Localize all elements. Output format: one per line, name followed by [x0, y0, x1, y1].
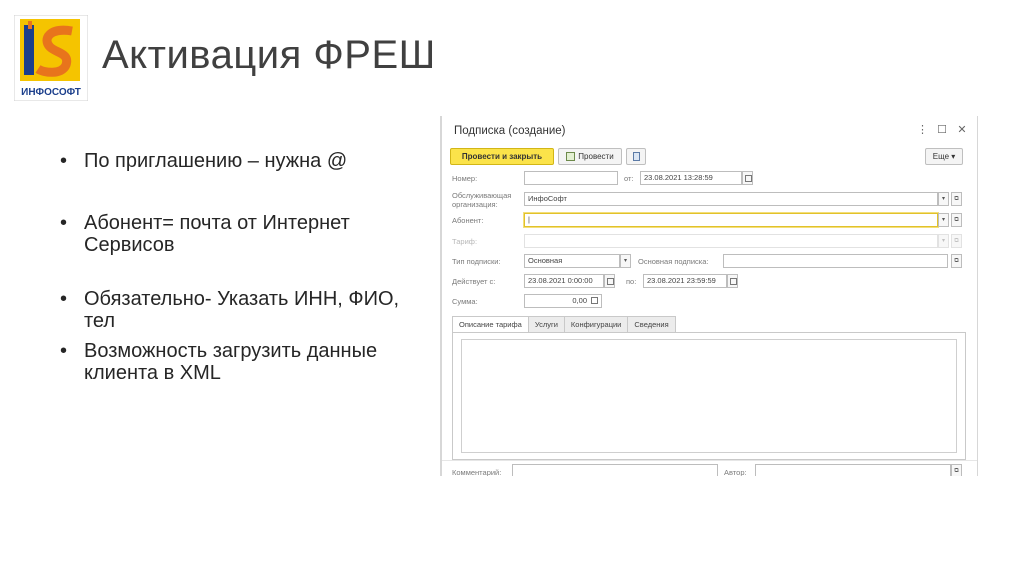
maximize-icon[interactable]: ☐: [937, 124, 947, 136]
calendar-icon[interactable]: [727, 274, 738, 288]
divider: [442, 460, 977, 461]
tariff-open-icon[interactable]: ⧉: [951, 234, 962, 248]
tariff-dropdown-icon[interactable]: ▾: [938, 234, 949, 248]
tab-configurations[interactable]: Конфигурации: [563, 316, 629, 332]
subscriber-label: Абонент:: [452, 216, 484, 225]
tab-services[interactable]: Услуги: [527, 316, 565, 332]
tab-info[interactable]: Сведения: [627, 316, 676, 332]
valid-from-input[interactable]: 23.08.2021 0:00:00: [524, 274, 604, 288]
valid-to-label: по:: [626, 277, 637, 286]
tariff-input[interactable]: [524, 234, 938, 248]
bullet-item: Возможность загрузить данные клиента в X…: [60, 340, 410, 384]
type-label: Тип подписки:: [452, 257, 501, 266]
calculator-icon[interactable]: [589, 294, 600, 308]
post-button-label: Провести: [578, 152, 614, 161]
bullet-item: Обязательно- Указать ИНН, ФИО, тел: [60, 288, 410, 332]
tab-tariff-description[interactable]: Описание тарифа: [452, 316, 529, 333]
window-title: Подписка (создание): [454, 125, 566, 137]
number-label: Номер:: [452, 174, 478, 183]
main-subscription-open-icon[interactable]: ⧉: [951, 254, 962, 268]
comment-input[interactable]: [512, 464, 718, 476]
document-icon: [632, 152, 640, 161]
more-button[interactable]: Еще ▾: [925, 148, 963, 165]
main-subscription-input[interactable]: [723, 254, 948, 268]
tariff-label: Тариф:: [452, 237, 478, 246]
author-input[interactable]: [755, 464, 951, 476]
tab-bar: Описание тарифа Услуги Конфигурации Свед…: [452, 316, 676, 333]
window-controls: ⋮ ☐ ✕: [917, 124, 967, 136]
org-label: Обслуживающая организация:: [452, 191, 512, 209]
main-subscription-label: Основная подписка:: [638, 257, 709, 266]
infosoft-logo-icon: ИНФОСОФТ: [13, 14, 89, 102]
author-label: Автор:: [724, 468, 747, 476]
date-from-input[interactable]: 23.08.2021 13:28:59: [640, 171, 742, 185]
bullet-list: По приглашению – нужна @ Абонент= почта …: [60, 150, 410, 384]
author-open-icon[interactable]: ⧉: [951, 464, 962, 476]
bullet-item: По приглашению – нужна @: [60, 150, 410, 172]
logo-wordmark: ИНФОСОФТ: [21, 87, 81, 98]
org-open-icon[interactable]: ⧉: [951, 192, 962, 206]
number-input[interactable]: [524, 171, 618, 185]
post-icon: [566, 152, 576, 161]
bullet-item: Абонент= почта от Интернет Сервисов: [60, 212, 410, 256]
calendar-icon[interactable]: [742, 171, 753, 185]
comment-label: Комментарий:: [452, 468, 502, 476]
close-icon[interactable]: ✕: [957, 124, 967, 136]
document-list-button[interactable]: [626, 148, 646, 165]
post-button[interactable]: Провести: [558, 148, 622, 165]
type-dropdown-icon[interactable]: ▾: [620, 254, 631, 268]
calendar-icon[interactable]: [604, 274, 615, 288]
sum-label: Сумма:: [452, 297, 478, 306]
tab-panel: [452, 332, 966, 460]
tariff-description-textarea[interactable]: [461, 339, 957, 453]
from-label: от:: [624, 174, 634, 183]
subscription-window: Подписка (создание) ⋮ ☐ ✕ Провести и зак…: [440, 116, 978, 476]
org-dropdown-icon[interactable]: ▾: [938, 192, 949, 206]
slide-title: Активация ФРЕШ: [102, 33, 436, 77]
post-and-close-button[interactable]: Провести и закрыть: [450, 148, 554, 165]
subscriber-dropdown-icon[interactable]: ▾: [938, 213, 949, 227]
subscriber-open-icon[interactable]: ⧉: [951, 213, 962, 227]
subscription-type-select[interactable]: Основная: [524, 254, 620, 268]
infosoft-logo: ИНФОСОФТ: [13, 14, 89, 102]
valid-to-input[interactable]: 23.08.2021 23:59:59: [643, 274, 727, 288]
more-menu-icon[interactable]: ⋮: [917, 124, 928, 136]
valid-from-label: Действует с:: [452, 277, 496, 286]
org-input[interactable]: ИнфоСофт: [524, 192, 938, 206]
subscriber-input[interactable]: |: [524, 213, 938, 227]
